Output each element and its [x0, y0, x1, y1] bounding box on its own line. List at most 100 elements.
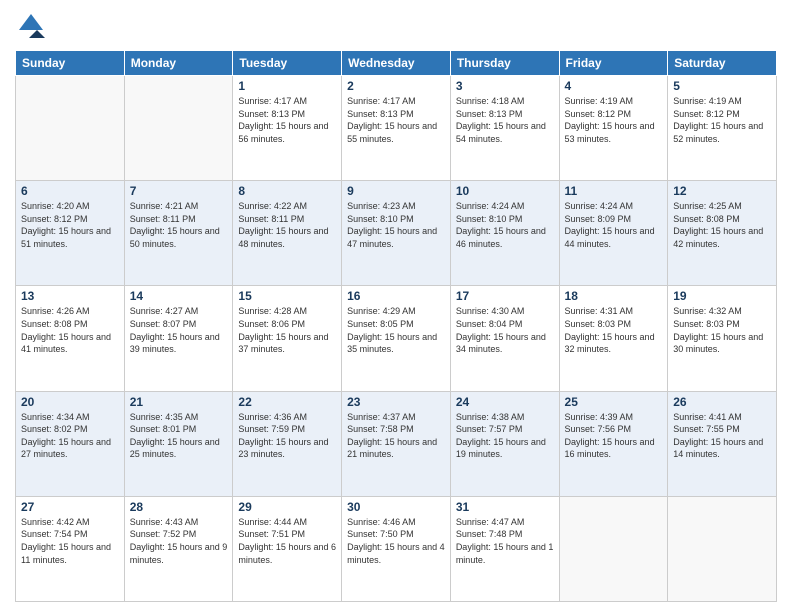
day-info: Sunrise: 4:31 AM Sunset: 8:03 PM Dayligh…	[565, 305, 663, 355]
weekday-saturday: Saturday	[668, 51, 777, 76]
week-row-5: 27 Sunrise: 4:42 AM Sunset: 7:54 PM Dayli…	[16, 496, 777, 601]
day-cell: 11 Sunrise: 4:24 AM Sunset: 8:09 PM Dayli…	[559, 181, 668, 286]
day-info: Sunrise: 4:23 AM Sunset: 8:10 PM Dayligh…	[347, 200, 445, 250]
day-info: Sunrise: 4:17 AM Sunset: 8:13 PM Dayligh…	[238, 95, 336, 145]
day-cell: 5 Sunrise: 4:19 AM Sunset: 8:12 PM Daylig…	[668, 76, 777, 181]
day-info: Sunrise: 4:29 AM Sunset: 8:05 PM Dayligh…	[347, 305, 445, 355]
weekday-thursday: Thursday	[450, 51, 559, 76]
day-cell: 23Sunrise: 4:37 AM Sunset: 7:58 PM Dayli…	[342, 391, 451, 496]
day-cell: 7 Sunrise: 4:21 AM Sunset: 8:11 PM Daylig…	[124, 181, 233, 286]
day-cell: 9 Sunrise: 4:23 AM Sunset: 8:10 PM Daylig…	[342, 181, 451, 286]
day-number: 19	[673, 289, 771, 303]
day-number: 7	[130, 184, 228, 198]
day-info: Sunrise: 4:43 AM Sunset: 7:52 PM Dayligh…	[130, 516, 228, 566]
day-cell: 15 Sunrise: 4:28 AM Sunset: 8:06 PM Dayli…	[233, 286, 342, 391]
day-info: Sunrise: 4:19 AM Sunset: 8:12 PM Dayligh…	[673, 95, 771, 145]
day-info: Sunrise: 4:28 AM Sunset: 8:06 PM Dayligh…	[238, 305, 336, 355]
day-info: Sunrise: 4:20 AM Sunset: 8:12 PM Dayligh…	[21, 200, 119, 250]
day-info: Sunrise: 4:18 AM Sunset: 8:13 PM Dayligh…	[456, 95, 554, 145]
weekday-wednesday: Wednesday	[342, 51, 451, 76]
day-info: Sunrise: 4:39 AM Sunset: 7:56 PM Dayligh…	[565, 411, 663, 461]
week-row-3: 13 Sunrise: 4:26 AM Sunset: 8:08 PM Dayli…	[16, 286, 777, 391]
day-number: 13	[21, 289, 119, 303]
day-cell	[559, 496, 668, 601]
day-number: 5	[673, 79, 771, 93]
day-info: Sunrise: 4:36 AM Sunset: 7:59 PM Dayligh…	[238, 411, 336, 461]
day-number: 29	[238, 500, 336, 514]
weekday-friday: Friday	[559, 51, 668, 76]
day-number: 25	[565, 395, 663, 409]
day-cell: 21 Sunrise: 4:35 AM Sunset: 8:01 PM Dayli…	[124, 391, 233, 496]
day-cell: 2Sunrise: 4:17 AM Sunset: 8:13 PM Daylig…	[342, 76, 451, 181]
day-number: 14	[130, 289, 228, 303]
day-number: 12	[673, 184, 771, 198]
day-number: 27	[21, 500, 119, 514]
day-info: Sunrise: 4:46 AM Sunset: 7:50 PM Dayligh…	[347, 516, 445, 566]
page: SundayMondayTuesdayWednesdayThursdayFrid…	[0, 0, 792, 612]
day-cell: 10 Sunrise: 4:24 AM Sunset: 8:10 PM Dayli…	[450, 181, 559, 286]
day-cell: 27 Sunrise: 4:42 AM Sunset: 7:54 PM Dayli…	[16, 496, 125, 601]
day-info: Sunrise: 4:21 AM Sunset: 8:11 PM Dayligh…	[130, 200, 228, 250]
day-number: 9	[347, 184, 445, 198]
day-number: 24	[456, 395, 554, 409]
day-info: Sunrise: 4:24 AM Sunset: 8:09 PM Dayligh…	[565, 200, 663, 250]
weekday-tuesday: Tuesday	[233, 51, 342, 76]
calendar: SundayMondayTuesdayWednesdayThursdayFrid…	[15, 50, 777, 602]
day-number: 11	[565, 184, 663, 198]
week-row-1: 1Sunrise: 4:17 AM Sunset: 8:13 PM Daylig…	[16, 76, 777, 181]
calendar-body: 1Sunrise: 4:17 AM Sunset: 8:13 PM Daylig…	[16, 76, 777, 602]
day-info: Sunrise: 4:19 AM Sunset: 8:12 PM Dayligh…	[565, 95, 663, 145]
day-info: Sunrise: 4:26 AM Sunset: 8:08 PM Dayligh…	[21, 305, 119, 355]
day-cell	[16, 76, 125, 181]
day-cell: 6Sunrise: 4:20 AM Sunset: 8:12 PM Daylig…	[16, 181, 125, 286]
day-number: 22	[238, 395, 336, 409]
week-row-4: 20 Sunrise: 4:34 AM Sunset: 8:02 PM Dayli…	[16, 391, 777, 496]
day-cell: 16Sunrise: 4:29 AM Sunset: 8:05 PM Dayli…	[342, 286, 451, 391]
day-info: Sunrise: 4:44 AM Sunset: 7:51 PM Dayligh…	[238, 516, 336, 566]
day-cell: 30 Sunrise: 4:46 AM Sunset: 7:50 PM Dayli…	[342, 496, 451, 601]
day-cell: 1Sunrise: 4:17 AM Sunset: 8:13 PM Daylig…	[233, 76, 342, 181]
day-cell: 4 Sunrise: 4:19 AM Sunset: 8:12 PM Daylig…	[559, 76, 668, 181]
day-info: Sunrise: 4:35 AM Sunset: 8:01 PM Dayligh…	[130, 411, 228, 461]
day-info: Sunrise: 4:34 AM Sunset: 8:02 PM Dayligh…	[21, 411, 119, 461]
day-number: 8	[238, 184, 336, 198]
day-cell: 8 Sunrise: 4:22 AM Sunset: 8:11 PM Daylig…	[233, 181, 342, 286]
day-number: 17	[456, 289, 554, 303]
day-cell: 20 Sunrise: 4:34 AM Sunset: 8:02 PM Dayli…	[16, 391, 125, 496]
day-cell: 28Sunrise: 4:43 AM Sunset: 7:52 PM Dayli…	[124, 496, 233, 601]
day-number: 15	[238, 289, 336, 303]
day-cell: 18Sunrise: 4:31 AM Sunset: 8:03 PM Dayli…	[559, 286, 668, 391]
day-number: 4	[565, 79, 663, 93]
weekday-sunday: Sunday	[16, 51, 125, 76]
weekday-monday: Monday	[124, 51, 233, 76]
day-info: Sunrise: 4:27 AM Sunset: 8:07 PM Dayligh…	[130, 305, 228, 355]
day-cell: 25 Sunrise: 4:39 AM Sunset: 7:56 PM Dayli…	[559, 391, 668, 496]
logo-icon	[15, 10, 47, 42]
day-number: 10	[456, 184, 554, 198]
logo	[15, 10, 51, 42]
day-cell	[668, 496, 777, 601]
day-cell	[124, 76, 233, 181]
day-info: Sunrise: 4:38 AM Sunset: 7:57 PM Dayligh…	[456, 411, 554, 461]
day-cell: 12 Sunrise: 4:25 AM Sunset: 8:08 PM Dayli…	[668, 181, 777, 286]
day-number: 30	[347, 500, 445, 514]
day-number: 21	[130, 395, 228, 409]
day-info: Sunrise: 4:41 AM Sunset: 7:55 PM Dayligh…	[673, 411, 771, 461]
day-cell: 26 Sunrise: 4:41 AM Sunset: 7:55 PM Dayli…	[668, 391, 777, 496]
header	[15, 10, 777, 42]
day-number: 2	[347, 79, 445, 93]
day-number: 20	[21, 395, 119, 409]
day-info: Sunrise: 4:32 AM Sunset: 8:03 PM Dayligh…	[673, 305, 771, 355]
day-info: Sunrise: 4:24 AM Sunset: 8:10 PM Dayligh…	[456, 200, 554, 250]
day-info: Sunrise: 4:42 AM Sunset: 7:54 PM Dayligh…	[21, 516, 119, 566]
day-info: Sunrise: 4:47 AM Sunset: 7:48 PM Dayligh…	[456, 516, 554, 566]
day-info: Sunrise: 4:37 AM Sunset: 7:58 PM Dayligh…	[347, 411, 445, 461]
day-number: 26	[673, 395, 771, 409]
weekday-header: SundayMondayTuesdayWednesdayThursdayFrid…	[16, 51, 777, 76]
day-info: Sunrise: 4:25 AM Sunset: 8:08 PM Dayligh…	[673, 200, 771, 250]
day-info: Sunrise: 4:22 AM Sunset: 8:11 PM Dayligh…	[238, 200, 336, 250]
day-cell: 31 Sunrise: 4:47 AM Sunset: 7:48 PM Dayli…	[450, 496, 559, 601]
day-number: 3	[456, 79, 554, 93]
day-number: 31	[456, 500, 554, 514]
day-cell: 19 Sunrise: 4:32 AM Sunset: 8:03 PM Dayli…	[668, 286, 777, 391]
